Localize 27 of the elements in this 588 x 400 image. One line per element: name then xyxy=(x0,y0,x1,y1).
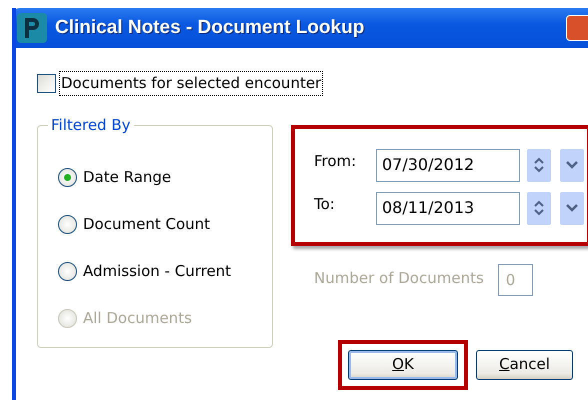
group-title: Filtered By xyxy=(48,116,134,134)
spin-button[interactable] xyxy=(527,148,551,182)
field-label: To: xyxy=(314,194,336,214)
radio-label[interactable]: Date Range xyxy=(83,166,172,188)
radio-button[interactable] xyxy=(58,214,77,234)
radio-label[interactable]: Admission - Current xyxy=(83,260,232,282)
date-field[interactable]: 08/11/2013 xyxy=(376,192,520,224)
dialog-button[interactable]: OK xyxy=(348,350,458,380)
up-down-arrows-icon xyxy=(533,199,545,217)
date-field[interactable]: 07/30/2012 xyxy=(376,148,520,182)
checkbox[interactable] xyxy=(37,74,56,93)
field-label: Number of Documents xyxy=(314,268,484,288)
dialog-button[interactable]: Cancel xyxy=(476,350,573,380)
dropdown-button[interactable] xyxy=(560,192,584,224)
spin-button[interactable] xyxy=(527,192,551,224)
app-logo-icon xyxy=(17,13,47,43)
radio-button[interactable] xyxy=(58,262,77,280)
radio-label[interactable]: Document Count xyxy=(83,212,210,236)
close-button[interactable] xyxy=(566,15,588,41)
field-label: From: xyxy=(314,150,358,172)
checkbox-label[interactable]: Documents for selected encounter xyxy=(60,72,322,94)
dropdown-button[interactable] xyxy=(560,148,584,182)
window-title: Clinical Notes - Document Lookup xyxy=(55,16,364,40)
chevron-down-icon xyxy=(566,161,578,169)
radio-button[interactable] xyxy=(58,168,77,186)
up-down-arrows-icon xyxy=(533,156,545,174)
chevron-down-icon xyxy=(566,204,578,212)
